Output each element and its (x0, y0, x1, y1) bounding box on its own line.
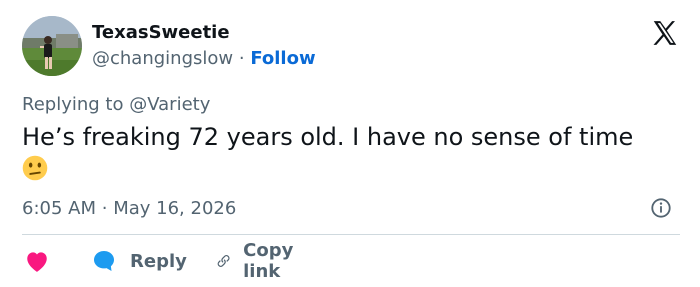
reply-button[interactable]: Reply (92, 248, 187, 274)
x-logo-icon[interactable] (650, 18, 680, 48)
info-icon[interactable] (650, 197, 672, 219)
reply-bubble-icon (94, 251, 114, 271)
copy-link-label: Copy link (243, 240, 294, 282)
handle-separator: · (238, 48, 245, 69)
replying-to-label: Replying to (22, 94, 124, 115)
like-button[interactable] (24, 248, 50, 274)
tweet-timestamp[interactable]: 6:05 AM · May 16, 2026 (22, 198, 236, 219)
author-display-name[interactable]: TexasSweetie (92, 22, 230, 43)
follow-button[interactable]: Follow (250, 48, 315, 69)
reply-label: Reply (130, 250, 187, 272)
tweet-body: He’s freaking 72 years old. I have no se… (22, 123, 634, 151)
avatar[interactable] (22, 16, 82, 76)
author-handle-row: @changingslow · Follow (92, 48, 316, 69)
tweet-time: 6:05 AM (22, 198, 96, 219)
replying-to: Replying to @Variety (22, 94, 210, 115)
link-icon (217, 255, 230, 267)
confused-face-icon (22, 155, 48, 181)
replying-to-handle[interactable]: @Variety (129, 94, 210, 115)
meta-separator: · (101, 198, 108, 219)
heart-icon (27, 252, 47, 272)
copy-link-button[interactable]: Copy link (216, 240, 302, 282)
tweet-date: May 16, 2026 (113, 198, 237, 219)
author-handle[interactable]: @changingslow (92, 48, 233, 69)
divider (22, 234, 680, 235)
avatar-photo (22, 16, 82, 76)
tweet-text: He’s freaking 72 years old. I have no se… (22, 122, 687, 184)
